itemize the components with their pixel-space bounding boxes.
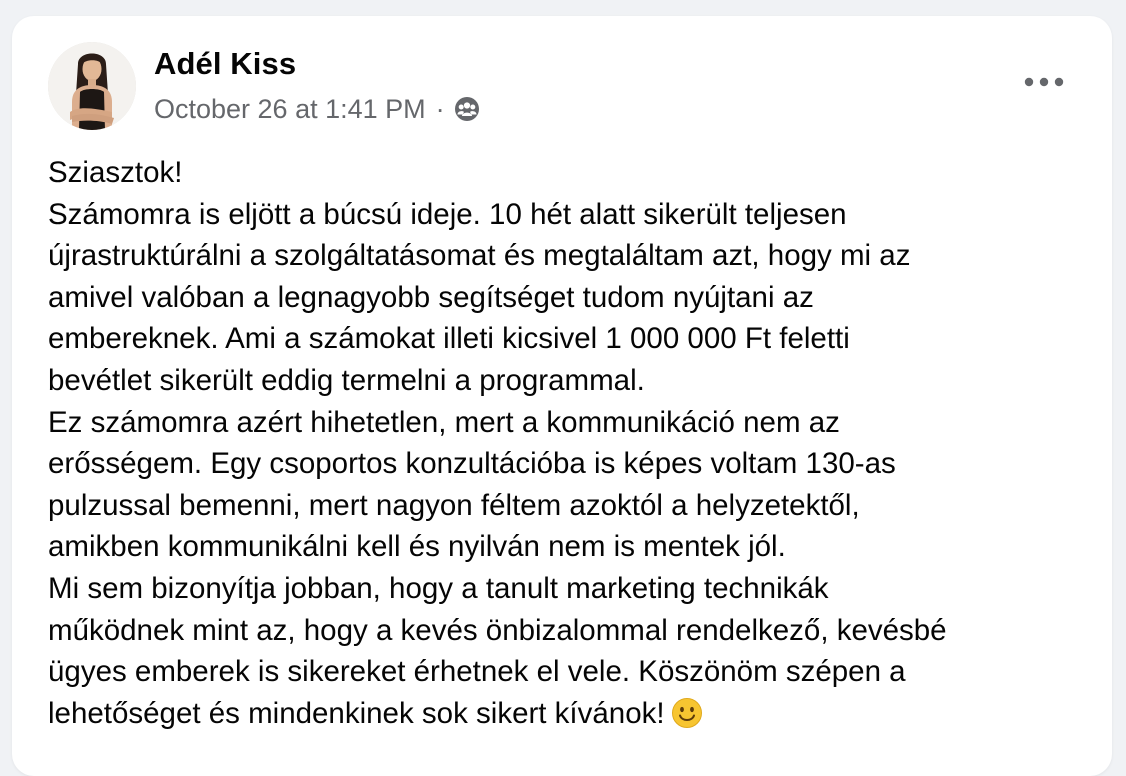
post-line: ügyes emberek is sikereket érhetnek el v… xyxy=(48,655,906,689)
post-line: embereknek. Ami a számokat illeti kicsiv… xyxy=(48,322,850,356)
post-meta: October 26 at 1:41 PM · xyxy=(154,92,481,126)
post-line-text: lehetőséget és mindenkinek sok sikert kí… xyxy=(48,696,665,730)
post-line: Számomra is eljött a búcsú ideje. 10 hét… xyxy=(48,197,847,231)
post-line: bevétlet sikerült eddig termelni a progr… xyxy=(48,363,645,397)
post-line: amivel valóban a legnagyobb segítséget t… xyxy=(48,280,814,314)
post-line: erősségem. Egy csoportos konzultációba i… xyxy=(48,447,896,481)
profile-photo xyxy=(48,42,136,130)
author-avatar[interactable] xyxy=(48,42,136,130)
post-line: Ez számomra azért hihetetlen, mert a kom… xyxy=(48,405,840,439)
post-line: amikben kommunikálni kell és nyilván nem… xyxy=(48,530,786,564)
post-line: Mi sem bizonyítja jobban, hogy a tanult … xyxy=(48,571,829,605)
post-line: Sziasztok! xyxy=(48,156,183,189)
post-last-line: lehetőséget és mindenkinek sok sikert kí… xyxy=(48,693,1098,735)
post-timestamp[interactable]: October 26 at 1:41 PM xyxy=(154,94,426,125)
meta-separator: · xyxy=(435,93,445,124)
author-name[interactable]: Adél Kiss xyxy=(154,46,296,82)
post-card: Adél Kiss October 26 at 1:41 PM · Sziasz… xyxy=(12,16,1112,776)
post-line: pulzussal bemenni, mert nagyon féltem az… xyxy=(48,488,860,522)
more-options-button[interactable] xyxy=(1016,66,1072,98)
more-options-icon xyxy=(1024,77,1064,87)
friends-icon[interactable] xyxy=(453,95,481,123)
post-body: Sziasztok! Számomra is eljött a búcsú id… xyxy=(48,152,1098,734)
smile-emoji-icon xyxy=(671,697,703,741)
post-line: működnek mint az, hogy a kevés önbizalom… xyxy=(48,613,947,647)
post-line: újrastruktúrálni a szolgáltatásomat és m… xyxy=(48,239,911,273)
